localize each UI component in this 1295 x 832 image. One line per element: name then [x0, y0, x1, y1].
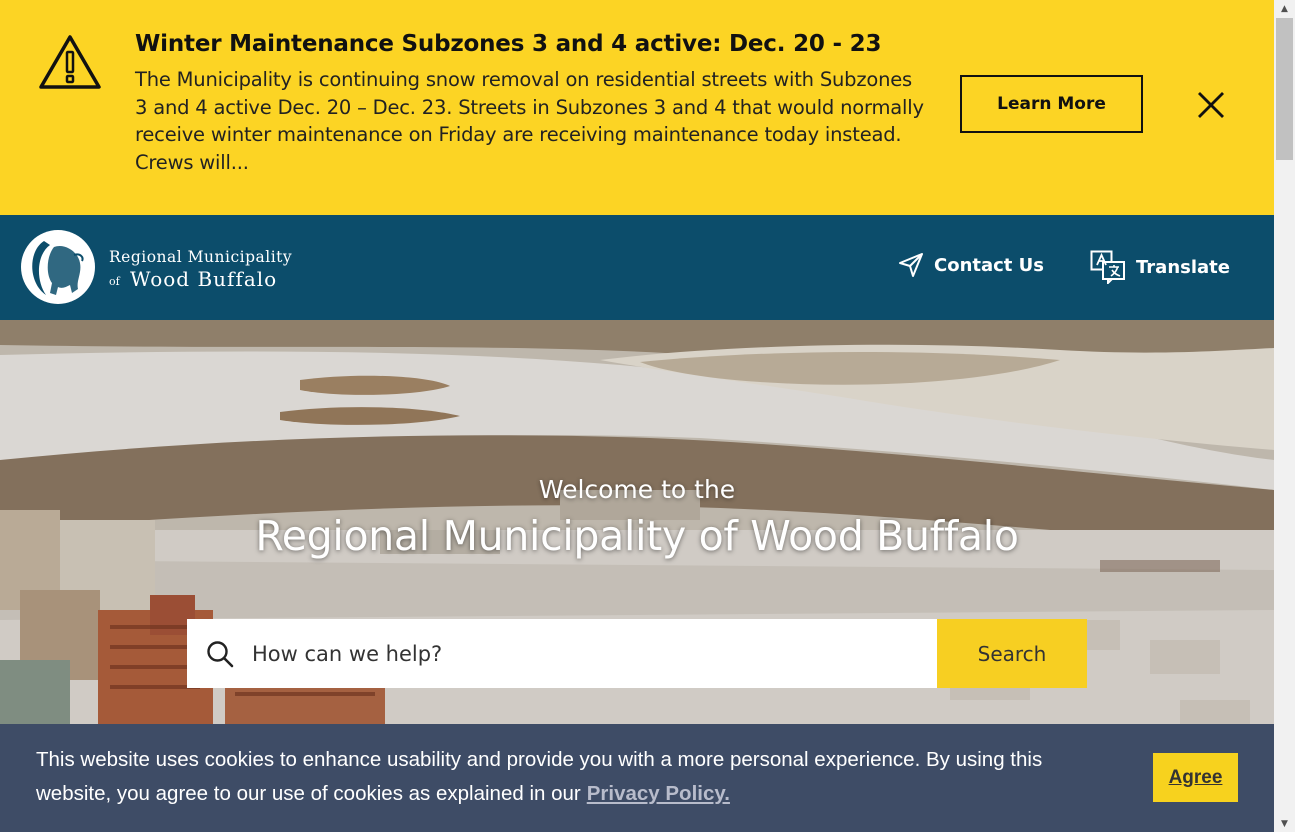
warning-icon: [39, 35, 101, 89]
buffalo-logo-icon: [21, 230, 95, 304]
scrollbar-thumb[interactable]: [1276, 18, 1293, 160]
logo-text-of: of: [109, 275, 120, 288]
page: Winter Maintenance Subzones 3 and 4 acti…: [0, 0, 1274, 832]
learn-more-button[interactable]: Learn More: [960, 75, 1143, 133]
translate-link[interactable]: Translate: [1090, 250, 1230, 284]
vertical-scrollbar[interactable]: ▲ ▼: [1274, 0, 1295, 832]
scroll-down-arrow-icon[interactable]: ▼: [1274, 815, 1295, 832]
agree-button[interactable]: Agree: [1153, 753, 1238, 802]
search-icon: [207, 640, 234, 667]
privacy-policy-link[interactable]: Privacy Policy.: [587, 782, 730, 805]
logo-text-regional-municipality: Regional Municipality: [109, 248, 293, 266]
cookie-message: This website uses cookies to enhance usa…: [36, 743, 1116, 811]
hero-welcome-text: Welcome to the: [538, 475, 736, 504]
search-field: [187, 619, 937, 688]
alert-title: Winter Maintenance Subzones 3 and 4 acti…: [135, 31, 882, 57]
site-logo[interactable]: Regional Municipality of Wood Buffalo: [18, 227, 303, 309]
logo-text-wood-buffalo: Wood Buffalo: [130, 267, 278, 291]
contact-us-link[interactable]: Contact Us: [898, 252, 1044, 278]
alert-banner: Winter Maintenance Subzones 3 and 4 acti…: [0, 0, 1274, 215]
cookie-message-text: This website uses cookies to enhance usa…: [36, 748, 1043, 805]
close-icon[interactable]: [1194, 88, 1228, 122]
search-form: Search: [187, 619, 1087, 688]
translate-icon: [1090, 250, 1125, 284]
contact-us-label: Contact Us: [934, 254, 1045, 276]
hero-title: Regional Municipality of Wood Buffalo: [255, 512, 1019, 560]
scroll-up-arrow-icon[interactable]: ▲: [1274, 0, 1295, 17]
alert-message: The Municipality is continuing snow remo…: [135, 68, 924, 174]
search-input[interactable]: [250, 640, 924, 667]
send-icon: [899, 253, 923, 277]
search-button[interactable]: Search: [937, 619, 1087, 688]
cookie-banner: This website uses cookies to enhance usa…: [0, 724, 1274, 832]
translate-label: Translate: [1136, 256, 1230, 278]
site-header: Regional Municipality of Wood Buffalo Co…: [0, 215, 1274, 320]
